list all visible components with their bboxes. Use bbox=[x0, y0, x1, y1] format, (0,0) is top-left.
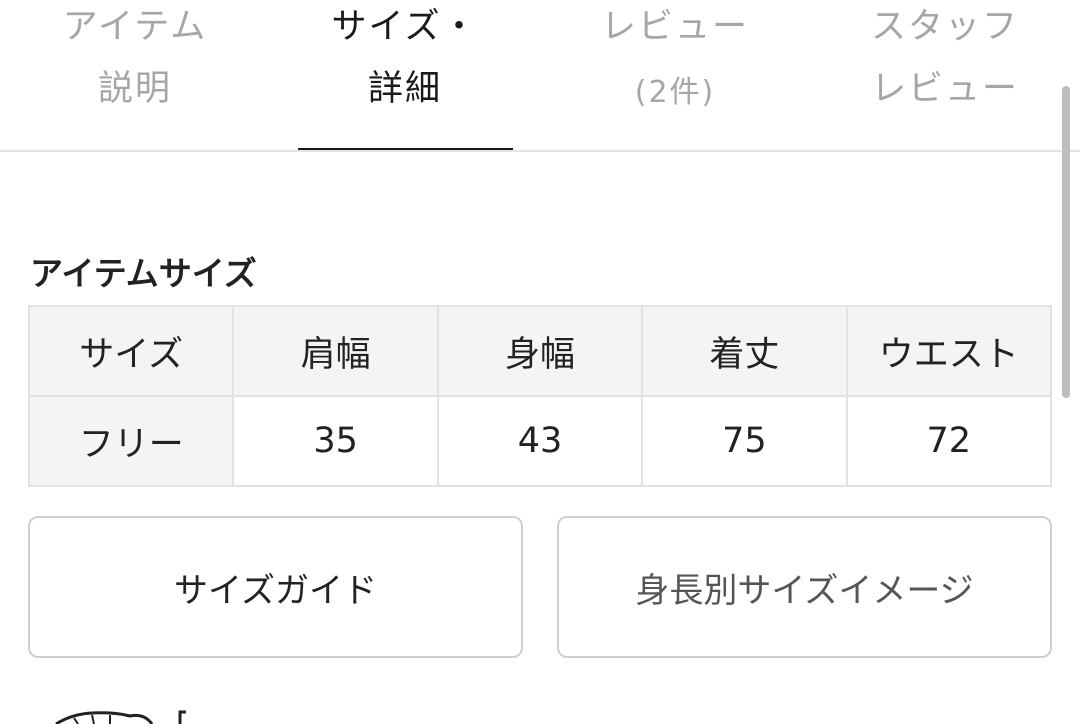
tab-label-line1: サイズ・ bbox=[331, 7, 479, 47]
size-guide-button[interactable]: サイズガイド bbox=[28, 516, 523, 658]
table-header-cell: 肩幅 bbox=[232, 305, 439, 397]
tab-label-line1: アイテム bbox=[62, 7, 208, 47]
table-row: フリー 35 43 75 72 bbox=[27, 395, 1053, 487]
item-size-heading: アイテムサイズ bbox=[30, 254, 257, 293]
table-header-row: サイズ 肩幅 身幅 着丈 ウエスト bbox=[27, 305, 1053, 397]
tab-label-line1: レビュー bbox=[600, 7, 749, 47]
tab-item-description[interactable]: アイテム 説明 bbox=[0, 0, 270, 150]
garment-icon bbox=[55, 710, 186, 724]
table-header-cell: サイズ bbox=[27, 305, 235, 397]
tab-label-line1: スタッフ bbox=[870, 7, 1019, 47]
table-cell: 72 bbox=[845, 395, 1053, 487]
table-header-cell: 着丈 bbox=[641, 305, 848, 397]
tab-size-details[interactable]: サイズ・ 詳細 bbox=[270, 0, 540, 150]
tab-label-line2: 詳細 bbox=[367, 69, 442, 109]
tabs-divider bbox=[0, 150, 1080, 152]
table-cell: 75 bbox=[641, 395, 848, 487]
detail-tabs: アイテム 説明 サイズ・ 詳細 レビュー (2件) スタッフ レビュー bbox=[0, 0, 1080, 152]
vertical-scrollbar[interactable] bbox=[1062, 86, 1070, 398]
table-cell: 35 bbox=[232, 395, 439, 487]
size-label-cell: フリー bbox=[27, 395, 235, 487]
tab-staff-reviews[interactable]: スタッフ レビュー bbox=[810, 0, 1080, 150]
table-header-cell: 身幅 bbox=[436, 305, 644, 397]
height-size-image-button[interactable]: 身長別サイズイメージ bbox=[557, 516, 1052, 658]
tab-review-count: (2件) bbox=[634, 75, 716, 110]
table-cell: 43 bbox=[436, 395, 644, 487]
table-header-cell: ウエスト bbox=[845, 305, 1053, 397]
tab-reviews[interactable]: レビュー (2件) bbox=[540, 0, 810, 150]
size-table: サイズ 肩幅 身幅 着丈 ウエスト フリー 35 43 75 72 bbox=[27, 305, 1053, 487]
tab-label-line2: レビュー bbox=[870, 69, 1019, 109]
tab-label-line2: 説明 bbox=[97, 69, 172, 109]
product-detail-page: アイテム 説明 サイズ・ 詳細 レビュー (2件) スタッフ レビュー アイテム… bbox=[0, 0, 1080, 724]
